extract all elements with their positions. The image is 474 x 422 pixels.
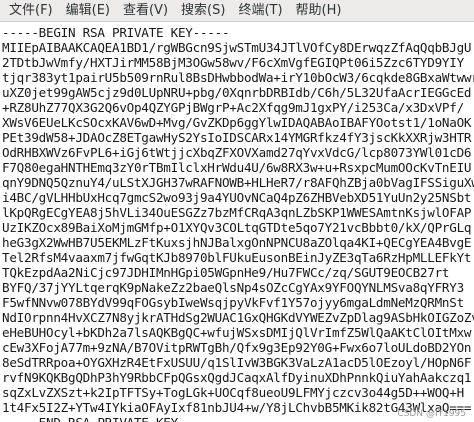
menu-terminal[interactable]: 终端(T) bbox=[233, 1, 287, 21]
menu-edit[interactable]: 编辑(E) bbox=[61, 1, 115, 21]
terminal-line: MIIEpAIBAAKCAQEA1BD1/rgWBGcn9SjwSTmU34JT… bbox=[2, 40, 472, 55]
menu-help[interactable]: 帮助(H) bbox=[291, 1, 347, 21]
terminal-line: -----BEGIN RSA PRIVATE KEY----- bbox=[2, 25, 230, 40]
watermark: CSDN @IT1995 bbox=[397, 409, 466, 419]
terminal-line: qnY9DNQ5QznuY4/uLStXJGH37wRAFNOWB+HLHeR7… bbox=[2, 175, 474, 190]
terminal-line: 2TDtbJwVmfy/HXTJirMM58BjM3OGw58wv/F6cXmV… bbox=[2, 55, 464, 70]
terminal-line: F5wfNNvw078BYdV99qFOGsybIweWsqjpyVkFvf1Y… bbox=[2, 295, 464, 310]
terminal-line: heG3gX2WwHB7U5EKMLzFtKuxsjhNJBalxgOnNPNC… bbox=[2, 235, 472, 250]
menu-view[interactable]: 查看(V) bbox=[118, 1, 173, 21]
terminal-line: F7Q80egaHNTHEmq3zY0rTBmIlclxHrWdu4U/6w8R… bbox=[2, 160, 472, 175]
terminal-line: 8eSdTRRpoa+OYGXHzR4EtFxUSUU/q1SlIvW3BGK3… bbox=[2, 355, 472, 370]
terminal-line: Tel2RfsM4vaaxm7jfwGqtKJb8970blFUkuEusonB… bbox=[2, 250, 472, 265]
terminal-line: i4BC/gVLHHbUxHcq7gmcS2wo93j9a4YUOvNCaQ4p… bbox=[2, 190, 472, 205]
menu-file[interactable]: 文件(F) bbox=[4, 1, 58, 21]
terminal-line: XWsV6EUeLKcSOcxKAV6wD+Mvg/GvZKDp6ggYlwID… bbox=[2, 115, 472, 130]
terminal-line: UzIKZOcx89BaiXoMjmGMfp+O1XYQv3COLtqGTDte… bbox=[2, 220, 472, 235]
terminal-window: 文件(F) 编辑(E) 查看(V) 搜索(S) 终端(T) 帮助(H) ----… bbox=[0, 0, 474, 422]
terminal-output[interactable]: -----BEGIN RSA PRIVATE KEY----- MIIEpAIBA… bbox=[0, 22, 474, 422]
terminal-line: tjqr383yt1pairU5b509rnRul8BsDHwbbodWa+ir… bbox=[2, 70, 474, 85]
menu-bar: 文件(F) 编辑(E) 查看(V) 搜索(S) 终端(T) 帮助(H) bbox=[0, 0, 474, 22]
terminal-line: TQkEzpdAa2NiCjc97JDHIMnHGpi05WGpnHe9/Hu7… bbox=[2, 265, 450, 280]
terminal-line: +RZ8UhZ77QX3G2Q6vOp4QZYGPjBWgrP+Ac2Xfqg9… bbox=[2, 100, 464, 115]
terminal-line: eHeBUHOcyl+bKDh2a7lsAQKBgQC+wfujWSxsDMIj… bbox=[2, 325, 472, 340]
terminal-line: OdRHBXWVz6FvPL6+iGj6tWtjjcXbqZFXOVXamd27… bbox=[2, 145, 472, 160]
terminal-line: rvfN9KQKBgQDhP3hY9RbbCFpQGsxQgdJCaqxAlfD… bbox=[2, 370, 472, 385]
terminal-line: sqZxLvZXSzt+k2IpTFTSy+TogLGk+UOCqf8ueoU9… bbox=[2, 385, 464, 400]
menu-search[interactable]: 搜索(S) bbox=[176, 1, 230, 21]
terminal-line: uXZ0jet99gAW5cjz9d0LUpNRU+pbg/0XqnrbDRBI… bbox=[2, 85, 472, 100]
terminal-line: lKpQRgECgYEA8j5hVLi34OuESGZz7bzMfCRqA3qn… bbox=[2, 205, 472, 220]
terminal-line: PEt39dW58+JDAOcZ8ETgawHyS2YsIoIDSCARx14Y… bbox=[2, 130, 472, 145]
terminal-line: BYFQ/37jYYLtqerqK9pNakeZz2baeQlsNp4sOZcC… bbox=[2, 280, 464, 295]
terminal-line: cEw3XFojA77m+9zNA/B7OVitpRWTgBh/Qfx9g3Ep… bbox=[2, 340, 472, 355]
terminal-line: NdIOrpnn4HvXCZ7N8yjkrATHdSg2WUAC1GxQHGKd… bbox=[2, 310, 474, 325]
